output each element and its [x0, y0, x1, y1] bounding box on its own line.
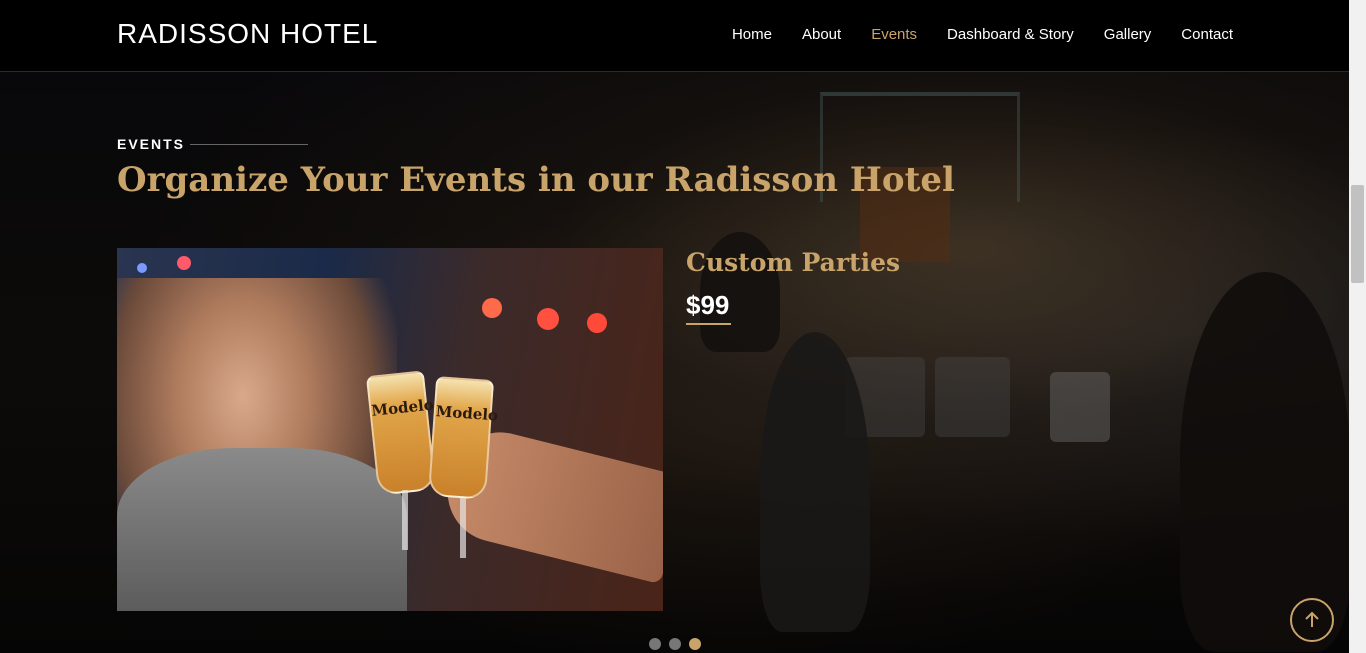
main-nav: Home About Events Dashboard & Story Gall… [732, 26, 1233, 43]
photo-glass-label: Modelo [435, 402, 499, 425]
photo-glass-stem [460, 498, 466, 558]
photo-bokeh-light [537, 308, 559, 330]
carousel-dots [649, 638, 701, 650]
section-title: Organize Your Events in our Radisson Hot… [117, 160, 955, 200]
event-photo: Modelo Modelo [117, 248, 663, 611]
photo-bokeh-light [137, 263, 147, 273]
photo-beer-glass: Modelo [365, 370, 437, 496]
nav-item-dashboard-story[interactable]: Dashboard & Story [947, 26, 1074, 43]
section-tag: EVENTS [117, 136, 186, 152]
photo-beer-glass: Modelo [427, 376, 499, 500]
photo-shirt [117, 448, 407, 611]
nav-item-events[interactable]: Events [871, 26, 917, 43]
nav-item-contact[interactable]: Contact [1181, 26, 1233, 43]
scrollbar-track[interactable] [1349, 0, 1366, 653]
scrollbar-thumb[interactable] [1351, 185, 1364, 283]
carousel-dot[interactable] [649, 638, 661, 650]
photo-glass-stem [402, 490, 408, 550]
photo-glass-label: Modelo [370, 395, 435, 420]
event-price: $99 [686, 290, 730, 320]
site-header: RADISSON HOTEL Home About Events Dashboa… [0, 0, 1349, 72]
nav-item-home[interactable]: Home [732, 26, 772, 43]
arrow-up-icon [1305, 611, 1319, 627]
price-underline [686, 323, 731, 325]
section-tag-divider [190, 144, 308, 145]
photo-bokeh-light [587, 313, 607, 333]
carousel-dot[interactable] [669, 638, 681, 650]
photo-bokeh-light [177, 256, 191, 270]
event-name: Custom Parties [686, 248, 901, 277]
brand-logo[interactable]: RADISSON HOTEL [117, 18, 378, 50]
back-to-top-button[interactable] [1290, 598, 1334, 642]
nav-item-gallery[interactable]: Gallery [1104, 26, 1152, 43]
carousel-dot-active[interactable] [689, 638, 701, 650]
nav-item-about[interactable]: About [802, 26, 841, 43]
photo-bokeh-light [482, 298, 502, 318]
